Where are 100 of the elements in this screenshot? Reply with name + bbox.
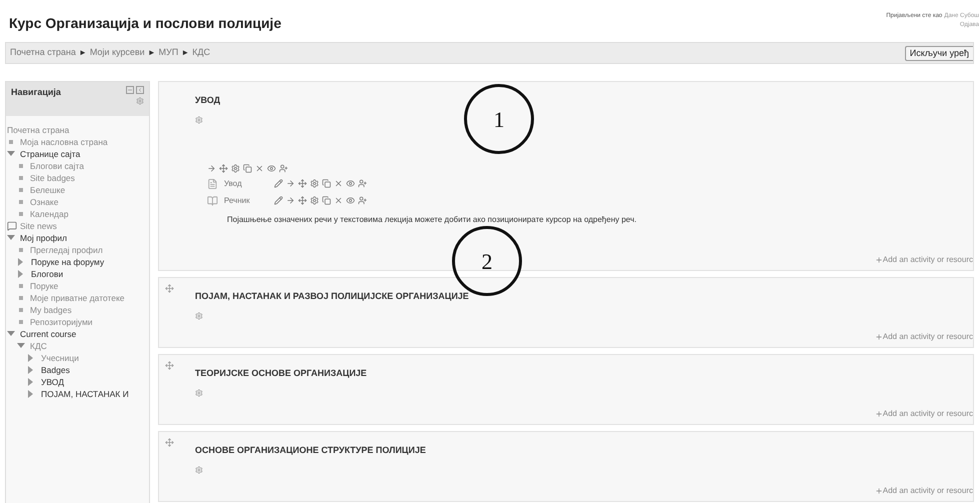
add-activity-link[interactable]: Add an activity or resourc xyxy=(882,408,973,420)
glossary-icon xyxy=(207,194,218,206)
nav-item[interactable]: ПОЈАМ, НАСТАНАК И xyxy=(41,388,129,400)
delete-icon[interactable] xyxy=(255,164,264,172)
settings-icon[interactable] xyxy=(310,179,319,188)
nav-item[interactable]: Блогови xyxy=(31,268,64,280)
nav-item[interactable]: My badges xyxy=(30,304,72,316)
move-icon[interactable] xyxy=(165,361,174,370)
section-note: Појашњење означених речи у текстовима лекција можете добити ако позиционирате курсор на одређену реч. xyxy=(226,214,636,226)
nav-item[interactable]: Мој профил xyxy=(20,232,67,244)
indent-icon[interactable] xyxy=(286,179,295,188)
nav-item[interactable]: Поруке xyxy=(30,280,58,292)
assign-roles-icon[interactable] xyxy=(279,164,288,172)
nav-item[interactable]: Site badges xyxy=(30,172,75,184)
nav-item[interactable]: Календар xyxy=(30,208,68,220)
collapse-block-icon[interactable] xyxy=(126,86,134,94)
expanded-arrow-icon[interactable] xyxy=(7,331,15,337)
nav-item[interactable]: Блогови сајта xyxy=(30,160,84,172)
duplicate-icon[interactable] xyxy=(243,164,252,172)
bullet-icon xyxy=(19,296,23,300)
nav-item[interactable]: КДС xyxy=(30,340,47,352)
add-icon[interactable] xyxy=(874,410,883,418)
assign-roles-icon[interactable] xyxy=(358,179,367,188)
indent-icon[interactable] xyxy=(207,164,216,172)
page-icon xyxy=(207,178,218,190)
add-icon[interactable] xyxy=(874,256,883,264)
add-activity-link[interactable]: Add an activity or resourc xyxy=(882,485,973,497)
nav-item[interactable]: Учесници xyxy=(41,352,79,364)
assign-roles-icon[interactable] xyxy=(358,196,367,205)
activity-link[interactable]: Речник xyxy=(224,194,274,206)
breadcrumb-link[interactable]: МУП xyxy=(158,46,178,60)
edit-icon[interactable] xyxy=(274,196,283,205)
duplicate-icon[interactable] xyxy=(322,179,331,188)
collapsed-arrow-icon[interactable] xyxy=(18,270,24,278)
nav-item[interactable]: УВОД xyxy=(41,376,64,388)
settings-icon[interactable] xyxy=(310,196,319,205)
settings-icon[interactable] xyxy=(195,312,203,320)
collapsed-arrow-icon[interactable] xyxy=(28,354,34,362)
add-icon[interactable] xyxy=(874,333,883,341)
nav-item[interactable]: Моја насловна страна xyxy=(20,136,108,148)
eye-icon[interactable] xyxy=(346,179,355,188)
breadcrumb-link[interactable]: Почетна страна xyxy=(10,46,76,60)
settings-icon[interactable] xyxy=(231,164,240,172)
bullet-icon xyxy=(19,176,23,180)
nav-item[interactable]: Поруке на форуму xyxy=(31,256,104,268)
move-icon[interactable] xyxy=(298,179,307,188)
collapsed-arrow-icon[interactable] xyxy=(28,390,34,398)
bullet-icon xyxy=(19,248,23,252)
forum-icon xyxy=(7,221,17,231)
move-icon[interactable] xyxy=(298,196,307,205)
course-title: Курс Организација и послови полиције xyxy=(9,14,282,33)
dock-block-icon[interactable] xyxy=(136,86,144,94)
activity-link[interactable]: Увод xyxy=(224,178,274,190)
nav-item[interactable]: Репозиторијуми xyxy=(30,316,93,328)
settings-icon[interactable] xyxy=(195,388,203,396)
bullet-icon xyxy=(19,284,23,288)
collapsed-arrow-icon[interactable] xyxy=(28,366,34,374)
settings-icon[interactable] xyxy=(195,116,203,124)
bullet-icon xyxy=(19,200,23,204)
nav-item[interactable]: Site news xyxy=(20,220,57,232)
move-icon[interactable] xyxy=(165,284,174,293)
nav-item[interactable]: Ознаке xyxy=(30,196,58,208)
breadcrumb-link[interactable]: Моји курсеви xyxy=(90,46,145,60)
expanded-arrow-icon[interactable] xyxy=(17,343,25,349)
breadcrumb-separator: ► xyxy=(148,47,156,59)
nav-item[interactable]: Моје приватне датотеке xyxy=(30,292,125,304)
nav-item[interactable]: Белешке xyxy=(30,184,66,196)
add-icon[interactable] xyxy=(874,487,883,495)
move-icon[interactable] xyxy=(165,438,174,447)
settings-icon[interactable] xyxy=(136,97,144,105)
add-activity-link[interactable]: Add an activity or resourc xyxy=(882,254,973,266)
collapsed-arrow-icon[interactable] xyxy=(28,378,34,386)
delete-icon[interactable] xyxy=(334,196,343,205)
collapsed-arrow-icon[interactable] xyxy=(18,258,24,266)
edit-mode-button[interactable]: Искључи уређ xyxy=(904,46,973,60)
indent-icon[interactable] xyxy=(286,196,295,205)
bullet-icon xyxy=(19,212,23,216)
eye-icon[interactable] xyxy=(267,164,276,172)
bullet-icon xyxy=(9,140,13,144)
expanded-arrow-icon[interactable] xyxy=(7,151,15,157)
section-title: УВОД xyxy=(195,94,222,107)
settings-icon[interactable] xyxy=(195,466,203,474)
move-icon[interactable] xyxy=(219,164,228,172)
nav-item[interactable]: Current course xyxy=(20,328,76,340)
nav-item[interactable]: Странице сајта xyxy=(20,148,80,160)
edit-icon[interactable] xyxy=(274,179,283,188)
section-title: ТЕОРИЈСКЕ ОСНОВЕ ОРГАНИЗАЦИЈЕ xyxy=(195,367,367,380)
breadcrumb-separator: ► xyxy=(181,47,190,59)
delete-icon[interactable] xyxy=(334,179,343,188)
bullet-icon xyxy=(19,164,23,168)
nav-item[interactable]: Badges xyxy=(41,364,70,376)
breadcrumb-link[interactable]: КДС xyxy=(192,46,210,60)
nav-item[interactable]: Почетна страна xyxy=(7,124,70,136)
numbered-callout: 1 xyxy=(464,84,534,154)
add-activity-link[interactable]: Add an activity or resourc xyxy=(882,331,973,343)
duplicate-icon[interactable] xyxy=(322,196,331,205)
bullet-icon xyxy=(19,308,23,312)
eye-icon[interactable] xyxy=(346,196,355,205)
expanded-arrow-icon[interactable] xyxy=(7,235,15,241)
nav-item[interactable]: Прегледај профил xyxy=(30,244,103,256)
